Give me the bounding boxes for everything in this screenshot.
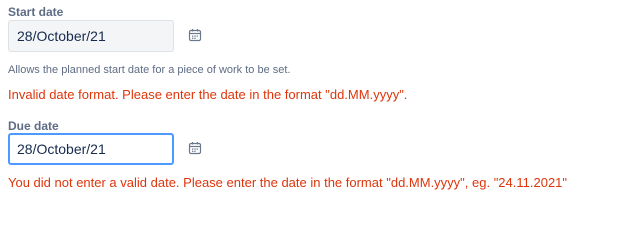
due-date-error-message: You did not enter a valid date. Please e… [8, 175, 568, 190]
start-date-input[interactable] [8, 20, 174, 52]
due-date-input[interactable] [8, 133, 174, 165]
start-date-help-text: Allows the planned start date for a piec… [8, 64, 291, 76]
due-date-label: Due date [8, 119, 59, 133]
calendar-icon[interactable] [188, 141, 202, 155]
start-date-label: Start date [8, 5, 64, 19]
start-date-error-message: Invalid date format. Please enter the da… [8, 87, 408, 102]
calendar-icon[interactable] [188, 28, 202, 42]
